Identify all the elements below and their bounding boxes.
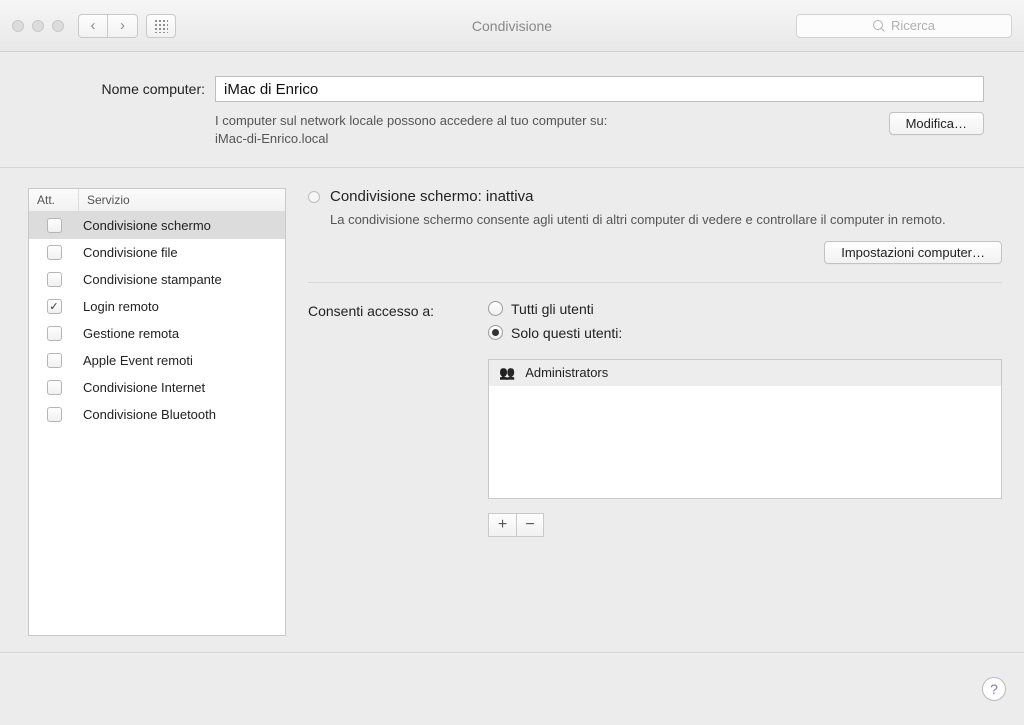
service-row[interactable]: Condivisione stampante: [29, 266, 285, 293]
radio-all-label: Tutti gli utenti: [511, 301, 594, 317]
service-row[interactable]: Condivisione Bluetooth: [29, 401, 285, 428]
help-icon: ?: [990, 681, 998, 697]
minus-icon: −: [525, 516, 534, 534]
service-checkbox[interactable]: [47, 380, 62, 395]
back-button[interactable]: ‹: [78, 14, 108, 38]
search-placeholder: Ricerca: [891, 18, 935, 33]
computer-settings-button[interactable]: Impostazioni computer…: [824, 241, 1002, 264]
computer-name-section: Nome computer: I computer sul network lo…: [0, 52, 1024, 168]
grid-icon: [154, 19, 168, 33]
access-radio-group: Tutti gli utenti Solo questi utenti: 👥 Ad…: [488, 301, 1002, 537]
service-checkbox[interactable]: [47, 299, 62, 314]
service-checkbox[interactable]: [47, 326, 62, 341]
status-row: Condivisione schermo: inattiva: [308, 188, 1002, 205]
main-content: Att. Servizio Condivisione schermoCondiv…: [0, 168, 1024, 653]
service-checkbox-cell: [29, 245, 79, 260]
computer-name-label: Nome computer:: [40, 81, 205, 97]
service-label: Condivisione Bluetooth: [79, 407, 285, 422]
footer: ?: [0, 653, 1024, 725]
search-icon: [873, 20, 885, 32]
radio-icon: [488, 325, 503, 340]
users-icon: 👥: [499, 365, 515, 381]
minimize-window-button[interactable]: [32, 20, 44, 32]
user-list-empty-area[interactable]: [489, 386, 1001, 498]
service-row[interactable]: Condivisione schermo: [29, 212, 285, 239]
service-checkbox-cell: [29, 272, 79, 287]
services-table: Att. Servizio Condivisione schermoCondiv…: [28, 188, 286, 636]
service-checkbox-cell: [29, 299, 79, 314]
search-wrap: Ricerca: [796, 14, 1012, 38]
service-checkbox[interactable]: [47, 353, 62, 368]
user-row[interactable]: 👥 Administrators: [489, 360, 1001, 386]
radio-icon: [488, 301, 503, 316]
service-checkbox[interactable]: [47, 245, 62, 260]
service-checkbox-cell: [29, 380, 79, 395]
user-label: Administrators: [525, 365, 608, 380]
zoom-window-button[interactable]: [52, 20, 64, 32]
detail-column: Condivisione schermo: inattiva La condiv…: [308, 188, 1002, 636]
service-row[interactable]: Apple Event remoti: [29, 347, 285, 374]
chevron-left-icon: ‹: [91, 17, 96, 34]
nav-buttons: ‹ ›: [78, 14, 138, 38]
radio-only-users[interactable]: Solo questi utenti:: [488, 325, 1002, 341]
radio-only-label: Solo questi utenti:: [511, 325, 622, 341]
titlebar: ‹ › Condivisione Ricerca: [0, 0, 1024, 52]
plus-icon: +: [498, 516, 507, 534]
service-checkbox-cell: [29, 326, 79, 341]
service-label: Gestione remota: [79, 326, 285, 341]
radio-all-users[interactable]: Tutti gli utenti: [488, 301, 1002, 317]
close-window-button[interactable]: [12, 20, 24, 32]
service-checkbox[interactable]: [47, 218, 62, 233]
edit-hostname-button[interactable]: Modifica…: [889, 112, 984, 135]
add-user-button[interactable]: +: [488, 513, 516, 537]
access-row: Consenti accesso a: Tutti gli utenti Sol…: [308, 301, 1002, 537]
show-all-button[interactable]: [146, 14, 176, 38]
service-checkbox[interactable]: [47, 272, 62, 287]
chevron-right-icon: ›: [120, 17, 125, 34]
system-preferences-window: ‹ › Condivisione Ricerca Nome computer: …: [0, 0, 1024, 725]
computer-name-description: I computer sul network locale possono ac…: [215, 112, 879, 147]
remove-user-button[interactable]: −: [516, 513, 544, 537]
status-indicator-icon: [308, 191, 320, 203]
service-label: Login remoto: [79, 299, 285, 314]
services-rows: Condivisione schermo Condivisione file Con…: [29, 212, 285, 635]
service-label: Condivisione stampante: [79, 272, 285, 287]
forward-button[interactable]: ›: [108, 14, 138, 38]
service-checkbox[interactable]: [47, 407, 62, 422]
service-row[interactable]: Gestione remota: [29, 320, 285, 347]
services-header: Att. Servizio: [29, 189, 285, 212]
header-service[interactable]: Servizio: [79, 189, 285, 211]
service-row[interactable]: Login remoto: [29, 293, 285, 320]
access-label: Consenti accesso a:: [308, 301, 478, 319]
user-list: 👥 Administrators: [488, 359, 1002, 499]
user-list-buttons: + −: [488, 513, 1002, 537]
services-column: Att. Servizio Condivisione schermoCondiv…: [28, 188, 286, 636]
service-checkbox-cell: [29, 353, 79, 368]
service-row[interactable]: Condivisione Internet: [29, 374, 285, 401]
status-description: La condivisione schermo consente agli ut…: [330, 211, 1002, 229]
service-checkbox-cell: [29, 218, 79, 233]
service-checkbox-cell: [29, 407, 79, 422]
service-row[interactable]: Condivisione file: [29, 239, 285, 266]
service-label: Apple Event remoti: [79, 353, 285, 368]
divider: [308, 282, 1002, 283]
search-input[interactable]: Ricerca: [796, 14, 1012, 38]
service-label: Condivisione schermo: [79, 218, 285, 233]
status-title: Condivisione schermo: inattiva: [330, 188, 533, 205]
header-active[interactable]: Att.: [29, 189, 79, 211]
computer-name-input[interactable]: [215, 76, 984, 102]
service-label: Condivisione Internet: [79, 380, 285, 395]
window-controls: [12, 20, 64, 32]
help-button[interactable]: ?: [982, 677, 1006, 701]
service-label: Condivisione file: [79, 245, 285, 260]
